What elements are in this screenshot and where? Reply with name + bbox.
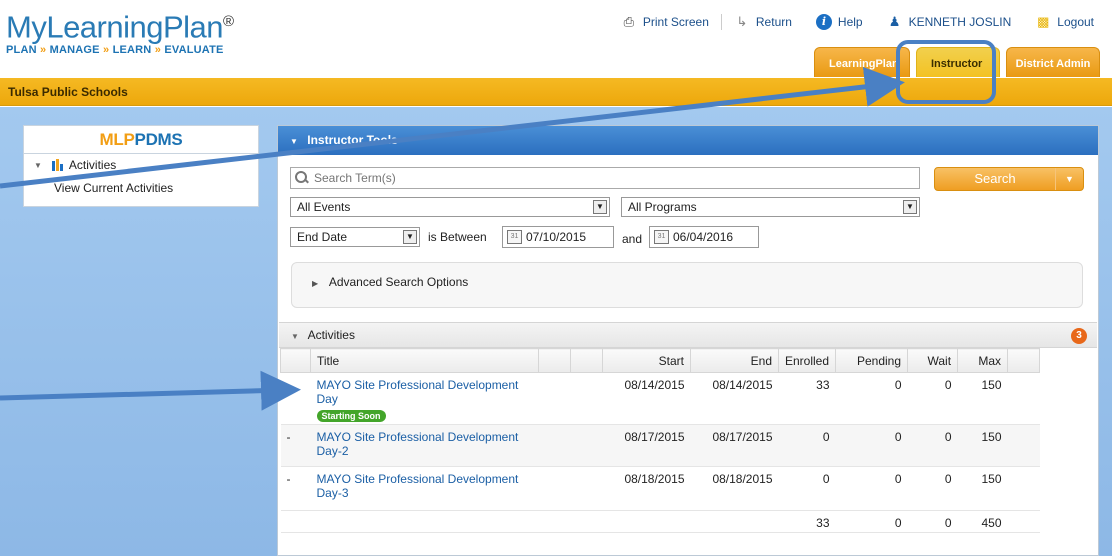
collapse-triangle-icon: ▼ [290, 137, 298, 146]
printer-icon: ⎙ [623, 14, 635, 29]
advanced-search-toggle[interactable]: ▶ Advanced Search Options [291, 262, 1083, 308]
search-field[interactable] [290, 167, 920, 189]
top-links: ⎙ Print Screen ↳ Return i Help ♟ KENNETH… [609, 14, 1106, 30]
info-icon: i [815, 14, 832, 30]
logo[interactable]: MyLearningPlan® PLAN » MANAGE » LEARN » … [6, 6, 234, 57]
calendar-icon[interactable]: 31 [507, 230, 522, 244]
activities-count-badge: 3 [1071, 328, 1087, 344]
panel-title: Instructor Tools [307, 133, 398, 147]
chevron-down-icon: ▼ [403, 230, 417, 244]
print-screen-link[interactable]: ⎙ Print Screen [609, 14, 721, 30]
totals-row: 33 0 0 450 [280, 510, 1040, 533]
app-header: MyLearningPlan® PLAN » MANAGE » LEARN » … [0, 0, 1112, 78]
bar-chart-icon [51, 159, 63, 171]
tab-district-admin[interactable]: District Admin [1006, 47, 1100, 77]
chevron-down-icon: ▼ [903, 200, 917, 214]
calendar-icon[interactable]: 31 [654, 230, 669, 244]
and-label: and [622, 232, 643, 246]
search-icon [294, 170, 310, 186]
events-select[interactable]: All Events ▼ [290, 197, 610, 217]
search-button[interactable]: Search ▼ [934, 167, 1084, 191]
user-icon: ♟ [888, 14, 901, 29]
help-link[interactable]: i Help [804, 14, 875, 30]
sidebar-item-view-current-activities[interactable]: View Current Activities [24, 176, 258, 200]
search-input[interactable] [314, 171, 904, 185]
programs-select[interactable]: All Programs ▼ [621, 197, 920, 217]
logo-wordmark: MyLearningPlan® [6, 9, 234, 45]
user-link[interactable]: ♟ KENNETH JOSLIN [875, 14, 1024, 30]
logo-tagline: PLAN » MANAGE » LEARN » EVALUATE [6, 44, 224, 57]
chevron-down-icon[interactable]: ▼ [1055, 168, 1083, 190]
logout-link[interactable]: ▩ Logout [1023, 14, 1106, 30]
activity-title-link[interactable]: MAYO Site Professional Development Day-3 [317, 472, 519, 500]
table-row[interactable]: MAYO Site Professional Development Day S… [280, 372, 1040, 425]
table-row[interactable]: - MAYO Site Professional Development Day… [280, 466, 1040, 511]
column-header-title[interactable]: Title [310, 348, 539, 373]
date-type-select[interactable]: End Date ▼ [290, 227, 420, 247]
end-date-field[interactable]: 31 06/04/2016 [649, 226, 759, 248]
activities-table: Title Start End Enrolled Pending Wait Ma… [280, 348, 1040, 533]
column-header-wait[interactable]: Wait [907, 348, 959, 373]
activities-section-header[interactable]: ▼ Activities 3 [279, 322, 1097, 348]
return-arrow-icon: ↳ [736, 14, 748, 29]
tab-learningplan[interactable]: LearningPlan [814, 47, 910, 77]
chevron-down-icon: ▼ [593, 200, 607, 214]
column-header-max[interactable]: Max [957, 348, 1009, 373]
column-header-blank [538, 348, 571, 373]
column-header-blank [570, 348, 603, 373]
expand-triangle-icon: ▶ [312, 279, 319, 288]
table-header-row: Title Start End Enrolled Pending Wait Ma… [280, 348, 1040, 373]
column-header-pending[interactable]: Pending [835, 348, 909, 373]
column-header-blank [1007, 348, 1040, 373]
column-header-start[interactable]: Start [602, 348, 691, 373]
instructor-tools-panel: ▼ Instructor Tools Search ▼ All Events ▼… [277, 125, 1099, 556]
table-row[interactable]: - MAYO Site Professional Development Day… [280, 424, 1040, 467]
start-date-field[interactable]: 31 07/10/2015 [502, 226, 614, 248]
role-tabs: LearningPlan Instructor District Admin [814, 47, 1100, 77]
activity-title-link[interactable]: MAYO Site Professional Development Day [317, 378, 519, 406]
column-header-enrolled[interactable]: Enrolled [777, 348, 837, 373]
sidebar-brand: MLPPDMS [24, 126, 258, 154]
org-name: Tulsa Public Schools [8, 85, 128, 99]
sidebar: MLPPDMS ▼ Activities View Current Activi… [23, 125, 259, 207]
collapse-triangle-icon: ▼ [34, 160, 42, 170]
column-header-prefix [280, 348, 311, 373]
is-between-label: is Between [428, 230, 487, 244]
activity-title-link[interactable]: MAYO Site Professional Development Day-2 [317, 430, 519, 458]
collapse-triangle-icon: ▼ [291, 332, 299, 341]
org-bar: Tulsa Public Schools [0, 78, 1112, 106]
lock-icon: ▩ [1037, 14, 1050, 29]
tab-instructor[interactable]: Instructor [916, 47, 1000, 77]
column-header-end[interactable]: End [690, 348, 779, 373]
status-badge: Starting Soon [316, 410, 386, 422]
panel-header[interactable]: ▼ Instructor Tools [278, 126, 1098, 155]
return-link[interactable]: ↳ Return [720, 14, 804, 30]
sidebar-section-activities[interactable]: ▼ Activities [24, 154, 258, 176]
